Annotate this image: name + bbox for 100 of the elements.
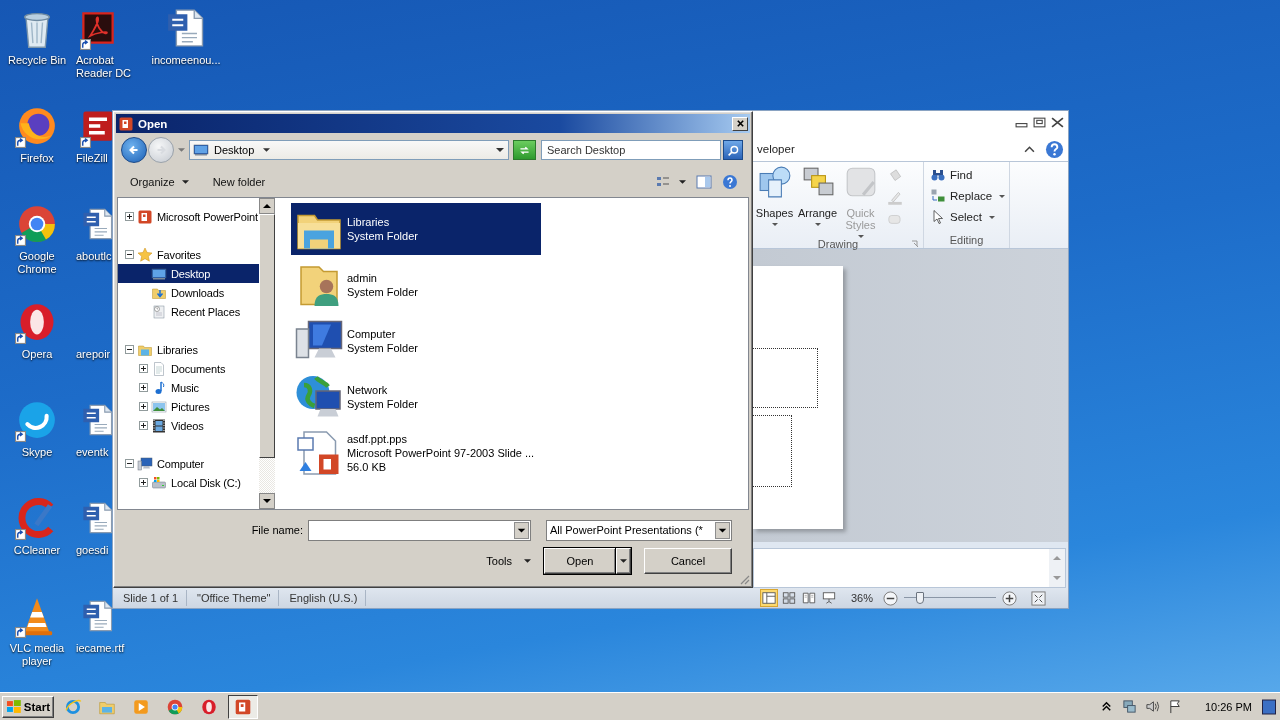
search-icon	[726, 143, 740, 157]
slider-thumb[interactable]	[915, 592, 924, 604]
flag-icon[interactable]	[1167, 699, 1183, 714]
slideshow-icon[interactable]	[820, 590, 837, 606]
ribbon-button[interactable]: Shapes	[753, 165, 796, 238]
expander-icon[interactable]	[125, 459, 134, 468]
desktop-shortcut[interactable]: incomeenou...	[151, 6, 221, 67]
file-type-dropdown[interactable]: All PowerPoint Presentations (*	[546, 519, 732, 541]
speaker-icon[interactable]	[1144, 699, 1160, 714]
help-icon[interactable]	[722, 174, 738, 190]
document-icon	[151, 360, 167, 377]
tools-button[interactable]: Tools	[486, 555, 531, 567]
desktop-shortcut[interactable]: Acrobat Reader DC	[74, 6, 138, 80]
breadcrumb[interactable]: Desktop	[214, 144, 255, 156]
chevron-up-icon[interactable]	[1024, 144, 1035, 154]
file-name-field[interactable]	[308, 519, 531, 541]
expander-icon[interactable]	[125, 345, 134, 354]
help-icon[interactable]	[1045, 139, 1064, 159]
expander-icon[interactable]	[139, 364, 148, 373]
normal-view-icon[interactable]	[760, 590, 777, 606]
app-icon	[166, 697, 184, 716]
expander-icon[interactable]	[125, 250, 134, 259]
tree-item[interactable]: Downloads	[118, 283, 259, 302]
tree-item[interactable]: Computer	[118, 454, 259, 473]
expander-icon[interactable]	[139, 478, 148, 487]
address-field[interactable]: Desktop	[189, 140, 509, 160]
desktop-shortcut[interactable]: CCleaner	[13, 496, 61, 557]
status-text: "Office Theme"	[191, 590, 280, 606]
organize-button[interactable]: Organize	[130, 176, 189, 188]
file-item[interactable]: Computer System Folder	[291, 315, 541, 367]
zoom-level[interactable]: 36%	[850, 592, 873, 604]
scroll-down-icon[interactable]	[259, 493, 275, 509]
play-icon	[132, 697, 150, 716]
desktop-shortcut[interactable]: goesdi	[74, 496, 116, 557]
expander-icon[interactable]	[139, 402, 148, 411]
desktop-shortcut[interactable]: Google Chrome	[1, 202, 73, 276]
expander-icon[interactable]	[139, 421, 148, 430]
tree-item[interactable]: Microsoft PowerPoint	[118, 207, 259, 226]
scroll-up-icon[interactable]	[259, 198, 275, 214]
computer-icon	[137, 455, 153, 472]
refresh-button[interactable]	[513, 140, 536, 160]
fit-to-window-icon[interactable]	[1031, 590, 1046, 606]
expander-icon[interactable]	[139, 383, 148, 392]
caret-icon	[857, 235, 864, 238]
recent-places-icon	[151, 303, 167, 320]
reading-view-icon[interactable]	[800, 590, 817, 606]
ribbon-button[interactable]: Replace	[930, 187, 1009, 205]
app-icon	[137, 208, 153, 225]
close-icon[interactable]	[1051, 117, 1064, 128]
close-icon	[735, 119, 745, 128]
search-field[interactable]: Search Desktop	[541, 140, 721, 160]
tree-item[interactable]: Documents	[118, 359, 259, 378]
new-folder-button[interactable]: New folder	[212, 176, 266, 188]
file-item[interactable]: Libraries System Folder	[291, 203, 541, 255]
desktop-shortcut[interactable]: Recycle Bin	[7, 6, 67, 67]
restore-icon[interactable]	[1033, 117, 1046, 128]
caret-icon[interactable]	[679, 180, 686, 184]
network-icon[interactable]	[1121, 699, 1137, 714]
ribbon-button[interactable]: Find	[930, 166, 1009, 184]
grid-view-icon[interactable]	[780, 590, 797, 606]
open-button[interactable]: Open	[544, 548, 616, 574]
arrow-left-icon	[127, 143, 141, 157]
tree-item[interactable]: Favorites	[118, 245, 259, 264]
desktop-shortcut[interactable]: eventk	[74, 398, 116, 459]
tree-item[interactable]: Desktop	[118, 264, 259, 283]
cancel-button[interactable]: Cancel	[644, 548, 732, 574]
desktop-shortcut[interactable]: arepoir	[74, 300, 116, 361]
desktop-shortcut[interactable]: Skype	[15, 398, 59, 459]
desktop-shortcut[interactable]: Opera	[15, 300, 59, 361]
tree-item[interactable]: Libraries	[118, 340, 259, 359]
desktop-shortcut[interactable]: VLC media player	[1, 594, 73, 668]
file-item[interactable]: Network System Folder	[291, 371, 541, 423]
file-item[interactable]: asdf.ppt.pps Microsoft PowerPoint 97-2003 Slide ... 56.0 KB	[291, 427, 541, 479]
zoom-out-icon[interactable]	[883, 590, 898, 606]
scroll-thumb[interactable]	[259, 214, 275, 458]
show-desktop-icon[interactable]	[1262, 696, 1276, 717]
ribbon-tab[interactable]: veloper	[757, 143, 795, 155]
file-item[interactable]: admin System Folder	[291, 259, 541, 311]
dropdown-arrow-icon[interactable]	[496, 148, 504, 152]
search-button[interactable]	[723, 140, 743, 160]
tree-item[interactable]: Music	[118, 378, 259, 397]
back-button[interactable]	[121, 137, 147, 163]
app-icon	[234, 697, 252, 716]
start-button[interactable]: Start	[2, 695, 54, 718]
caret-icon[interactable]	[263, 148, 271, 152]
tree-item[interactable]: Recent Places	[118, 302, 259, 321]
split-dropdown-button[interactable]	[616, 548, 631, 574]
desktop-shortcut[interactable]: Firefox	[15, 104, 59, 165]
tree-item[interactable]: Pictures	[118, 397, 259, 416]
tree-item[interactable]: Videos	[118, 416, 259, 435]
tree-item[interactable]: Local Disk (C:)	[118, 473, 259, 492]
ribbon-button[interactable]: Select	[930, 208, 1009, 226]
ribbon-button[interactable]: Arrange	[796, 165, 839, 238]
taskbar-app-button[interactable]	[228, 694, 258, 719]
clock[interactable]: 10:26 PM	[1204, 700, 1252, 713]
zoom-in-icon[interactable]	[1002, 590, 1017, 606]
scrollbar[interactable]	[259, 198, 275, 509]
resize-grip-icon[interactable]	[738, 573, 750, 585]
expander-icon[interactable]	[125, 212, 134, 221]
close-button[interactable]	[732, 116, 748, 131]
